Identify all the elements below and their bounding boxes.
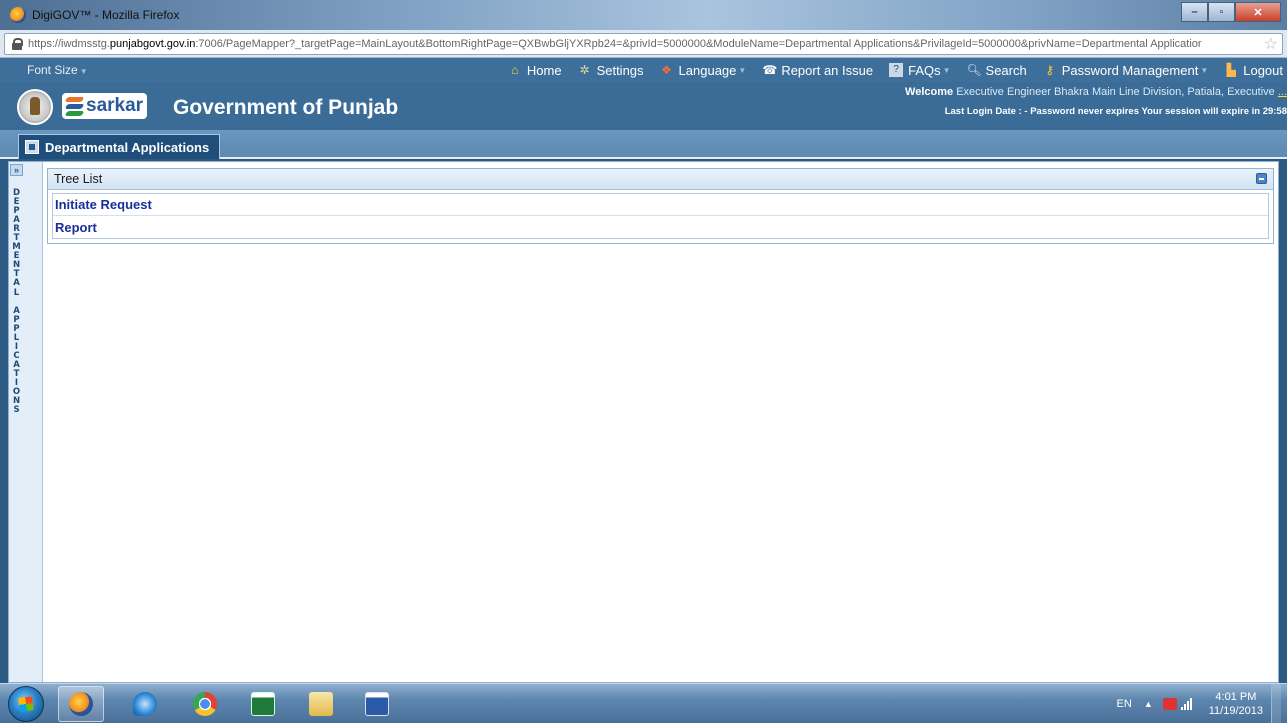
chrome-icon [193, 692, 217, 716]
maximize-button[interactable]: ▫ [1208, 2, 1235, 22]
nav-settings-label: Settings [596, 62, 644, 78]
tab-label: Departmental Applications [45, 139, 210, 155]
nav-language-label: Language [678, 62, 737, 78]
firefox-icon [10, 7, 26, 23]
taskbar-chrome[interactable] [182, 686, 228, 722]
nav-language[interactable]: ❖ Language ▼ [660, 62, 747, 78]
home-icon: ⌂ [511, 63, 519, 77]
windows-taskbar: EN ▲ 4:01 PM 11/19/2013 [0, 683, 1287, 723]
language-indicator[interactable]: EN [1117, 698, 1132, 710]
welcome-message: Welcome Executive Engineer Bhakra Main L… [905, 86, 1287, 98]
folder-icon [309, 692, 333, 716]
taskbar-firefox[interactable] [58, 686, 104, 722]
application-icon [25, 140, 39, 154]
gear-icon: ✲ [579, 63, 590, 77]
system-tray: EN ▲ 4:01 PM 11/19/2013 [1117, 684, 1281, 723]
tree-item-initiate-request[interactable]: Initiate Request [53, 194, 1268, 216]
esarkar-logo: sarkar [62, 93, 148, 119]
nav-search[interactable]: 🔍︎ Search [967, 63, 1027, 78]
lock-icon [11, 38, 23, 50]
navigation-toolbar: https://iwdmsstg.punjabgovt.gov.in:7006/… [0, 30, 1287, 58]
taskbar-file-explorer[interactable] [298, 686, 344, 722]
tree-list-header: Tree List [48, 169, 1273, 190]
collapse-icon[interactable] [1256, 173, 1267, 184]
chevron-down-icon: ▼ [79, 67, 88, 76]
font-size-menu[interactable]: Font Size ▼ [27, 63, 88, 77]
nav-faqs-label: FAQs [908, 62, 941, 78]
expand-panel-icon[interactable]: » [10, 164, 23, 176]
search-icon: 🔍︎ [966, 63, 982, 77]
font-size-label: Font Size [27, 63, 78, 77]
close-button[interactable]: ✕ [1235, 2, 1281, 22]
login-info: Last Login Date : - Password never expir… [944, 106, 1287, 117]
nav-home[interactable]: ⌂ Home [508, 62, 562, 78]
vertical-label-char: S [13, 405, 20, 416]
logout-icon: ▙ [1226, 63, 1236, 77]
show-desktop-button[interactable] [1271, 684, 1281, 723]
system-clock[interactable]: 4:01 PM 11/19/2013 [1209, 690, 1263, 718]
window-title-bar[interactable]: DigiGOV™ - Mozilla Firefox – ▫ ✕ [0, 0, 1287, 30]
welcome-more-link[interactable]: ... [1278, 86, 1287, 98]
word-icon [365, 692, 389, 716]
tree-list-panel: Tree List Initiate Request Report [47, 168, 1274, 244]
firefox-icon [69, 692, 93, 716]
nav-logout[interactable]: ▙ Logout [1224, 63, 1283, 78]
url-prefix: https://iwdmsstg. [28, 38, 110, 50]
nav-report-issue[interactable]: ☎ Report an Issue [762, 63, 873, 78]
network-error-icon[interactable] [1162, 698, 1177, 710]
nav-password-management[interactable]: ⚷ Password Management ▼ [1043, 62, 1209, 78]
nav-settings[interactable]: ✲ Settings [578, 63, 644, 78]
welcome-user: Executive Engineer Bhakra Main Line Divi… [956, 86, 1275, 98]
url-text[interactable]: https://iwdmsstg.punjabgovt.gov.in:7006/… [28, 38, 1264, 50]
bookmark-star-icon[interactable]: ☆ [1264, 34, 1278, 54]
excel-icon [251, 692, 275, 716]
minimize-button[interactable]: – [1181, 2, 1208, 22]
show-hidden-icons-icon[interactable]: ▲ [1144, 699, 1153, 709]
url-bar[interactable]: https://iwdmsstg.punjabgovt.gov.in:7006/… [4, 33, 1283, 55]
nav-links: ⌂ Home ✲ Settings ❖ Language ▼ ☎ Report an Is… [492, 58, 1283, 82]
nav-logout-label: Logout [1243, 62, 1283, 78]
welcome-label: Welcome [905, 86, 954, 98]
nav-search-label: Search [985, 62, 1027, 78]
url-domain: punjabgovt.gov.in [109, 38, 196, 50]
nav-password-label: Password Management [1061, 62, 1199, 78]
window-title: DigiGOV™ - Mozilla Firefox [32, 8, 180, 22]
faq-icon: ? [889, 63, 904, 77]
clock-time: 4:01 PM [1215, 691, 1257, 703]
tree-item-report[interactable]: Report [53, 216, 1268, 238]
clock-date: 11/19/2013 [1208, 705, 1263, 717]
internet-explorer-icon [133, 692, 157, 716]
taskbar-excel[interactable] [240, 686, 286, 722]
nav-report-issue-label: Report an Issue [781, 62, 874, 78]
esarkar-mark-icon [64, 95, 85, 117]
content-frame: » DEPARTMENTAL APPLICATIONS Tree List In… [8, 161, 1279, 683]
start-button[interactable] [8, 686, 44, 722]
module-tab-bar: Departmental Applications [0, 130, 1287, 159]
signal-icon[interactable] [1180, 698, 1195, 710]
chevron-down-icon: ▼ [738, 65, 747, 75]
nav-home-label: Home [526, 62, 562, 78]
state-emblem-logo [17, 89, 53, 125]
taskbar-internet-explorer[interactable] [122, 686, 168, 722]
tab-departmental-applications[interactable]: Departmental Applications [18, 134, 221, 159]
tree-list-title: Tree List [54, 172, 103, 186]
brand-label: sarkar [86, 95, 144, 116]
page-title: Government of Punjab [173, 96, 399, 119]
window-controls: – ▫ ✕ [1181, 2, 1281, 22]
url-path: :7006/PageMapper?_targetPage=MainLayout&… [195, 38, 1202, 50]
key-icon: ⚷ [1045, 63, 1055, 77]
side-panel-vertical-label: DEPARTMENTAL APPLICATIONS [9, 188, 24, 416]
phone-icon: ☎ [762, 63, 778, 77]
language-icon: ❖ [661, 63, 672, 77]
collapsed-side-panel[interactable]: » DEPARTMENTAL APPLICATIONS [9, 162, 43, 682]
header-banner: sarkar Government of Punjab Welcome Exec… [0, 82, 1287, 130]
app-top-nav: Font Size ▼ ⌂ Home ✲ Settings ❖ Language ▼ ☎ R… [0, 58, 1287, 82]
chevron-down-icon: ▼ [942, 65, 951, 75]
chevron-down-icon: ▼ [1200, 65, 1209, 75]
taskbar-word[interactable] [354, 686, 400, 722]
tree-list: Initiate Request Report [52, 193, 1269, 239]
nav-faqs[interactable]: ? FAQs ▼ [889, 62, 951, 78]
